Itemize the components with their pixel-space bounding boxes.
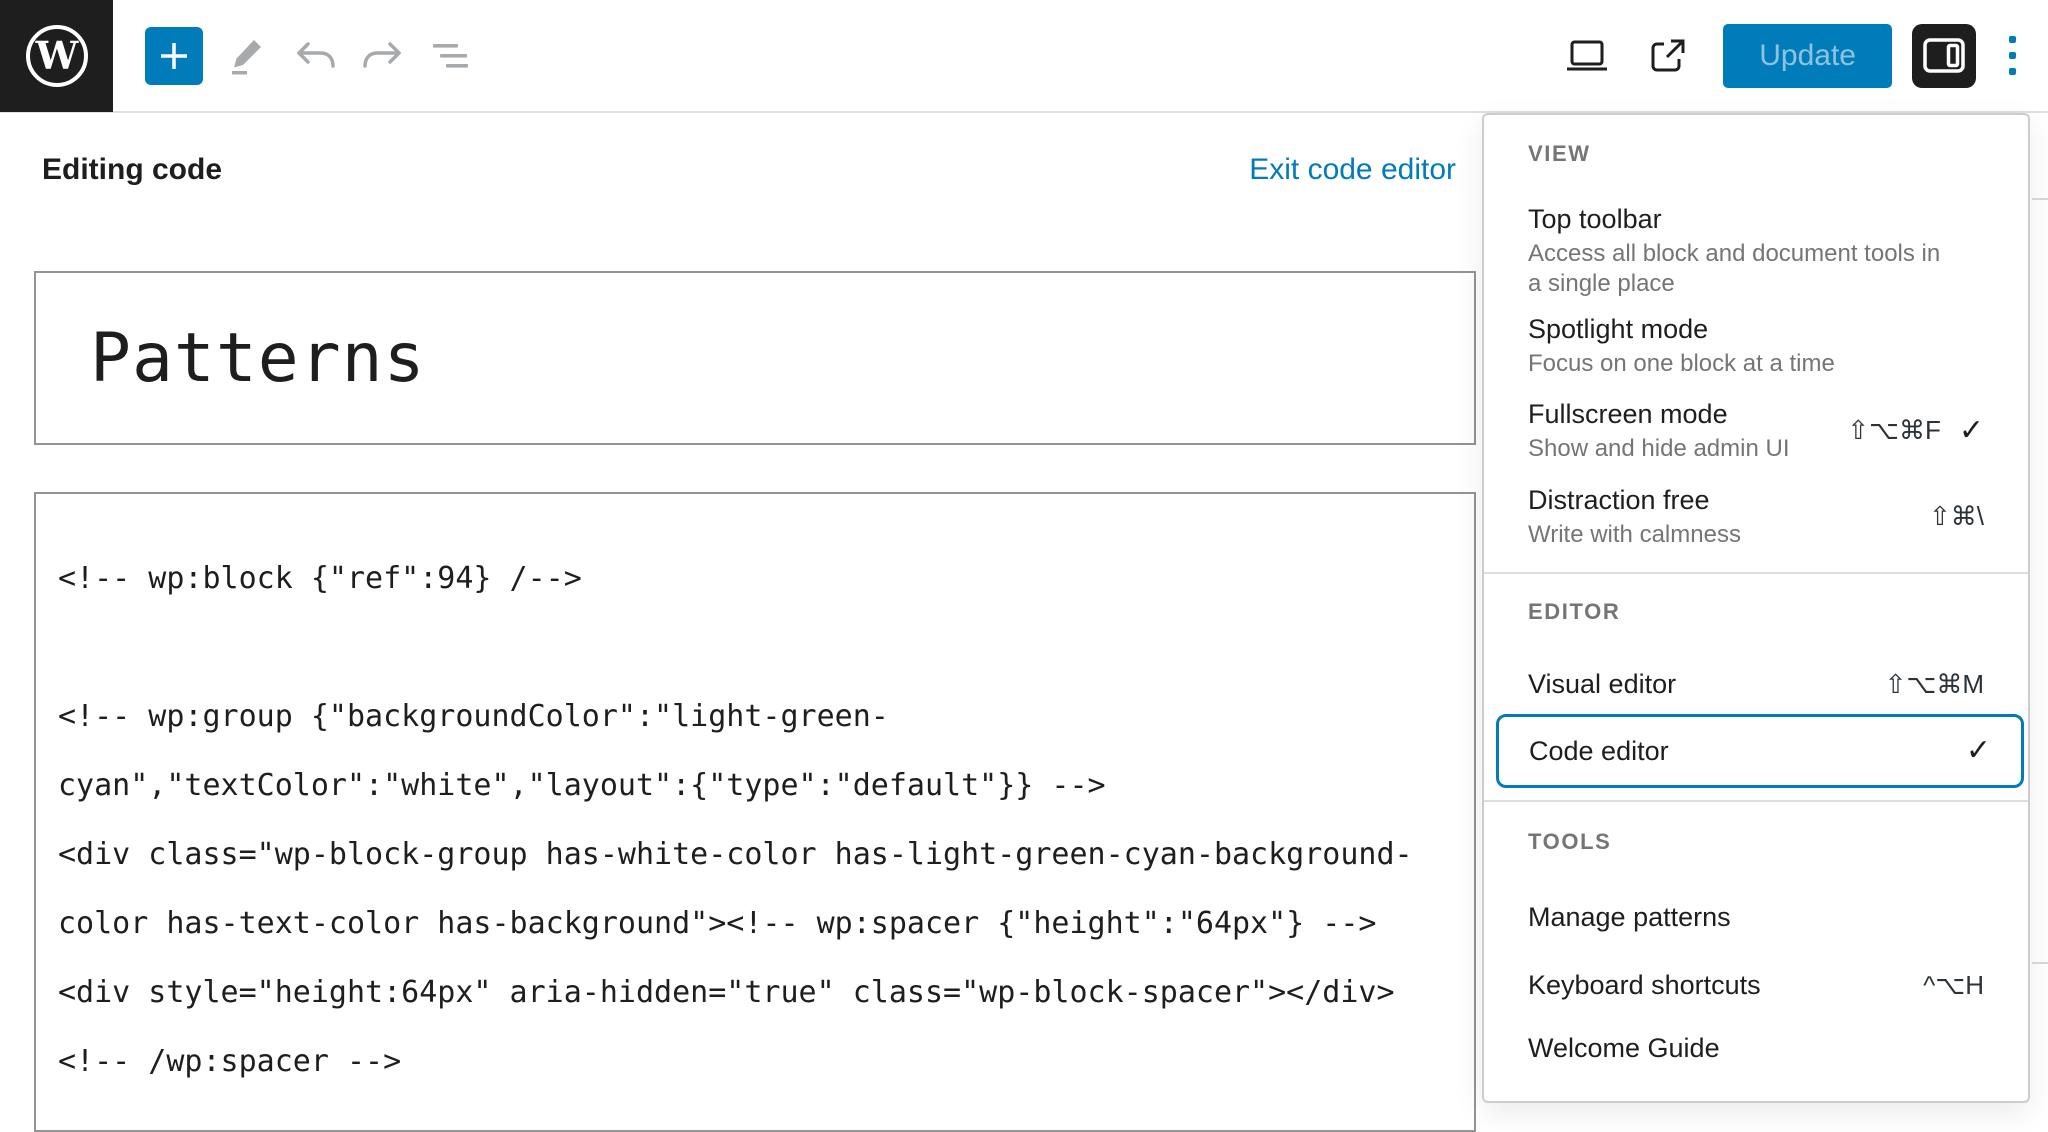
code-editor-textarea[interactable]: <!-- wp:block {"ref":94} /--> <!-- wp:gr… xyxy=(34,492,1476,1132)
redo-button[interactable] xyxy=(359,32,407,80)
menu-item-meta: ⇧⌥⌘M xyxy=(1885,669,1984,700)
menu-item-spotlight-mode[interactable]: Spotlight mode Focus on one block at a t… xyxy=(1528,312,1984,379)
settings-sidebar-toggle[interactable] xyxy=(1912,23,1976,88)
shortcut-label: ⇧⌘\ xyxy=(1928,501,1984,531)
menu-section-view: VIEW Top toolbar Access all block and do… xyxy=(1484,115,2028,572)
code-line: <div class="wp-block-group has-white-col… xyxy=(58,837,1413,872)
undo-icon xyxy=(297,41,335,68)
post-title-input[interactable]: Patterns xyxy=(34,271,1476,445)
list-view-button[interactable] xyxy=(427,32,475,80)
menu-item-meta: ⇧⌥⌘F ✓ xyxy=(1847,415,1984,446)
menu-item-label: Manage patterns xyxy=(1528,902,1731,932)
section-title-tools: TOOLS xyxy=(1528,829,1612,854)
menu-item-label: Code editor xyxy=(1529,736,1669,766)
code-line: <div style="height:64px" aria-hidden="tr… xyxy=(58,975,1395,1010)
menu-item-help: Focus on one block at a time xyxy=(1528,350,1835,377)
menu-item-label: Welcome Guide xyxy=(1528,1033,1720,1063)
menu-item-text: Spotlight mode Focus on one block at a t… xyxy=(1528,312,1835,379)
menu-item-meta: ⇧⌘\ xyxy=(1929,501,1984,532)
tools-button[interactable] xyxy=(223,32,271,80)
menu-item-visual-editor[interactable]: Visual editor ⇧⌥⌘M xyxy=(1528,667,1984,701)
sidebar-edge-divider xyxy=(2032,962,2048,964)
section-title-editor: EDITOR xyxy=(1528,599,1621,624)
view-post-button[interactable] xyxy=(1643,32,1691,80)
wordpress-logo[interactable]: W xyxy=(0,0,113,112)
redo-icon xyxy=(363,41,401,68)
post-title-value: Patterns xyxy=(90,318,426,398)
shortcut-label: ⇧⌥⌘F xyxy=(1847,415,1941,445)
list-view-icon xyxy=(433,43,468,68)
menu-item-label: Fullscreen mode xyxy=(1528,399,1728,429)
menu-item-keyboard-shortcuts[interactable]: Keyboard shortcuts ^⌥H xyxy=(1528,968,1984,1002)
options-menu-button[interactable] xyxy=(1994,28,2030,84)
menu-item-welcome-guide[interactable]: Welcome Guide xyxy=(1528,1031,1984,1065)
toolbar-right-tools: Update xyxy=(1563,23,2030,88)
pencil-icon xyxy=(232,39,261,74)
top-toolbar: W Update xyxy=(0,0,2048,113)
menu-item-manage-patterns[interactable]: Manage patterns xyxy=(1528,900,1984,934)
check-icon: ✓ xyxy=(1965,734,1991,767)
menu-item-label: Visual editor xyxy=(1528,669,1677,699)
menu-item-top-toolbar[interactable]: Top toolbar Access all block and documen… xyxy=(1528,202,1984,299)
menu-item-text: Top toolbar Access all block and documen… xyxy=(1528,202,1958,299)
menu-item-meta: ^⌥H xyxy=(1923,970,1984,1001)
check-icon: ✓ xyxy=(1958,413,1984,447)
menu-item-help: Write with calmness xyxy=(1528,521,1741,548)
update-button[interactable]: Update xyxy=(1723,23,1892,88)
menu-item-label: Distraction free xyxy=(1528,485,1710,515)
code-line: <!-- wp:block {"ref":94} /--> xyxy=(58,561,582,596)
code-line: <!-- wp:group {"backgroundColor":"light-… xyxy=(58,699,889,734)
block-inserter-button[interactable] xyxy=(145,26,203,85)
sidebar-panel-icon xyxy=(1923,37,1965,73)
shortcut-label: ^⌥H xyxy=(1923,969,1984,1000)
menu-item-label: Spotlight mode xyxy=(1528,314,1709,344)
shortcut-label: ⇧⌥⌘M xyxy=(1884,668,1984,699)
code-line: color has-text-color has-background"><!-… xyxy=(58,906,1377,941)
section-title-view: VIEW xyxy=(1528,141,1591,166)
undo-button[interactable] xyxy=(291,32,339,80)
menu-item-label: Keyboard shortcuts xyxy=(1528,970,1761,1000)
kebab-dot xyxy=(2008,52,2016,59)
preview-button[interactable] xyxy=(1563,32,1611,80)
menu-item-fullscreen-mode[interactable]: Fullscreen mode Show and hide admin UI ⇧… xyxy=(1528,397,1984,464)
menu-section-editor: EDITOR Visual editor ⇧⌥⌘M Code editor ✓ xyxy=(1484,574,2028,800)
menu-item-meta: ✓ xyxy=(1966,736,1991,766)
menu-item-help: Show and hide admin UI xyxy=(1528,435,1790,462)
menu-item-text: Distraction free Write with calmness xyxy=(1528,483,1741,550)
menu-item-label: Top toolbar xyxy=(1528,204,1662,234)
exit-code-editor-link[interactable]: Exit code editor xyxy=(1249,153,1456,187)
toolbar-left-tools xyxy=(145,26,475,85)
menu-item-distraction-free[interactable]: Distraction free Write with calmness ⇧⌘\ xyxy=(1528,483,1984,550)
code-editor-header: Editing code Exit code editor xyxy=(42,148,1456,192)
options-menu-popover: VIEW Top toolbar Access all block and do… xyxy=(1482,113,2030,1103)
code-line: cyan","textColor":"white","layout":{"typ… xyxy=(58,768,1106,803)
plus-icon xyxy=(161,42,187,69)
editing-code-label: Editing code xyxy=(42,153,222,186)
laptop-icon xyxy=(1567,40,1608,70)
menu-item-help: Access all block and document tools in a… xyxy=(1528,240,1941,297)
kebab-dot xyxy=(2008,68,2016,75)
sidebar-edge-divider xyxy=(2032,198,2048,200)
menu-item-code-editor[interactable]: Code editor ✓ xyxy=(1496,714,2024,788)
wordpress-logo-icon: W xyxy=(25,24,88,87)
menu-section-tools: TOOLS Manage patterns Keyboard shortcuts… xyxy=(1484,802,2028,1085)
kebab-dot xyxy=(2008,36,2016,43)
external-link-icon xyxy=(1651,39,1685,71)
menu-item-text: Fullscreen mode Show and hide admin UI xyxy=(1528,397,1790,464)
svg-text:W: W xyxy=(34,33,79,78)
